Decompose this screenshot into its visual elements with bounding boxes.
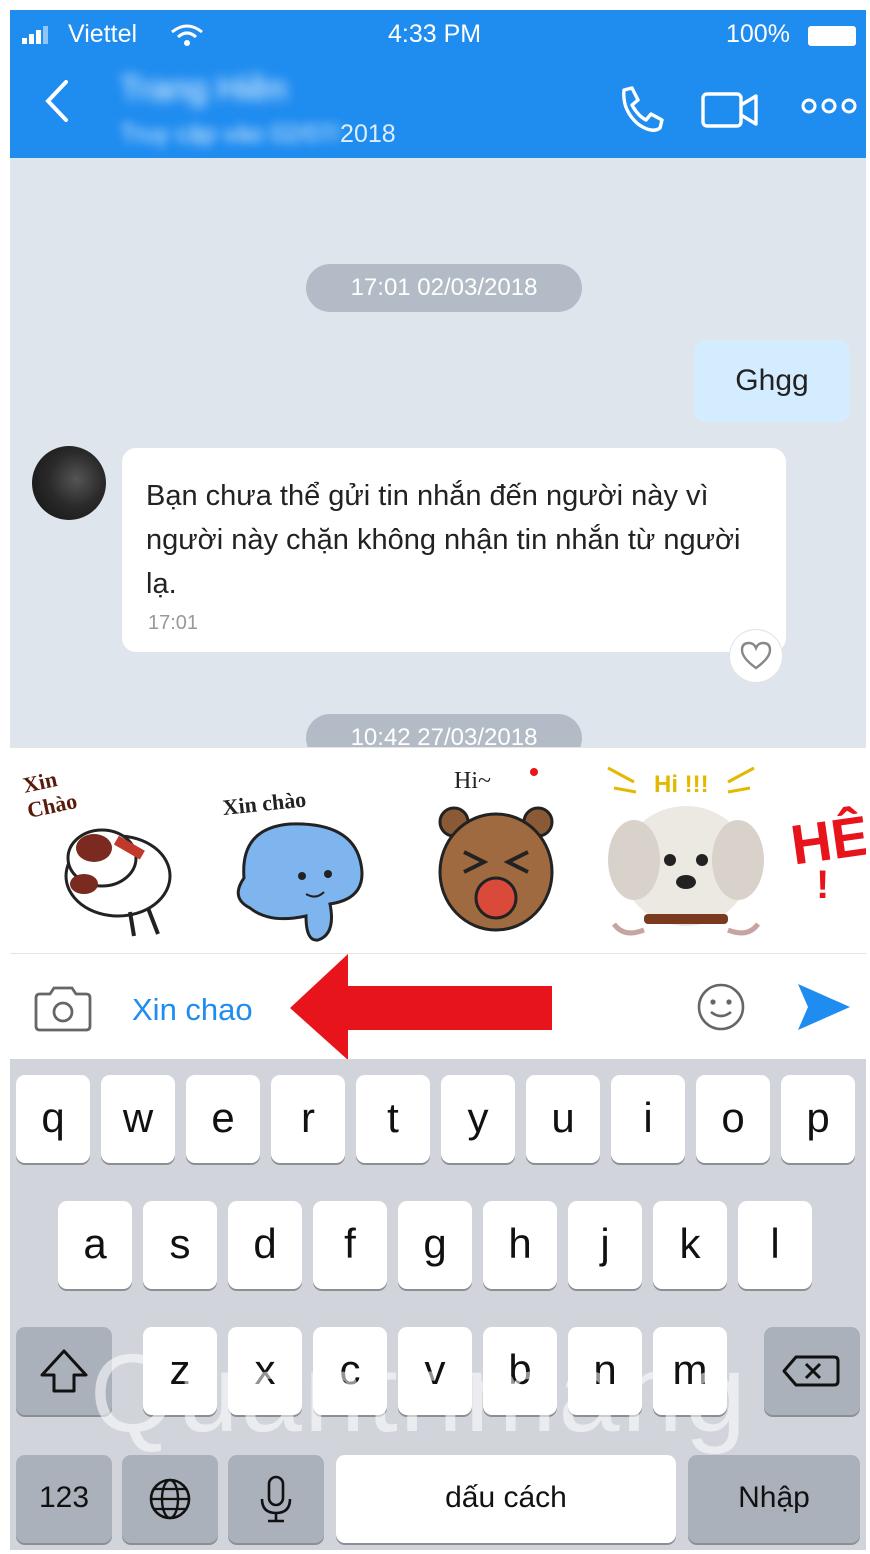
battery-percent: 100%	[726, 20, 790, 48]
date-separator: 17:01 02/03/2018	[306, 264, 582, 312]
svg-text:Hi~: Hi~	[454, 768, 491, 794]
more-icon[interactable]	[800, 96, 858, 116]
key-p[interactable]: p	[781, 1075, 855, 1163]
svg-text:Xin chào: Xin chào	[221, 786, 307, 820]
incoming-message[interactable]: Bạn chưa thể gửi tin nhắn đến người này …	[122, 448, 786, 652]
battery-icon	[808, 26, 856, 46]
watermark: Quantrimang	[90, 1332, 748, 1455]
heart-icon	[740, 641, 772, 670]
space-key[interactable]: dấu cách	[336, 1455, 676, 1543]
sticker-suggestions: Xin Chào Xin chào Hi~ Hi !!! HÊ !	[10, 747, 866, 954]
wifi-icon	[171, 24, 203, 46]
key-w[interactable]: w	[101, 1075, 175, 1163]
key-r[interactable]: r	[271, 1075, 345, 1163]
avatar[interactable]	[32, 446, 106, 520]
key-l[interactable]: l	[738, 1201, 812, 1289]
globe-icon	[149, 1478, 191, 1520]
outgoing-message[interactable]: Ghgg	[694, 340, 850, 422]
header-bar: Viettel 4:33 PM 100% Trang Hiền Truy cập…	[10, 10, 866, 158]
mic-key[interactable]	[228, 1455, 324, 1543]
sticker-bear[interactable]: Hi~	[410, 748, 580, 954]
chat-screen: Viettel 4:33 PM 100% Trang Hiền Truy cập…	[10, 10, 866, 1550]
sticker-he[interactable]: HÊ !	[786, 748, 866, 954]
message-time: 17:01	[148, 612, 199, 634]
emoji-icon[interactable]	[694, 980, 748, 1034]
message-composer: Xin chao	[10, 953, 866, 1060]
phone-icon[interactable]	[614, 84, 666, 136]
incoming-message-text: Bạn chưa thể gửi tin nhắn đến người này …	[146, 480, 741, 600]
keyboard: q w e r t y u i o p a s d f g h j k l z …	[10, 1059, 866, 1550]
video-call-icon[interactable]	[700, 88, 762, 134]
signal-icon	[22, 26, 48, 44]
key-d[interactable]: d	[228, 1201, 302, 1289]
key-s[interactable]: s	[143, 1201, 217, 1289]
like-button[interactable]	[730, 630, 782, 682]
key-a[interactable]: a	[58, 1201, 132, 1289]
last-seen-text: Truy cập vào 02/07/2018	[120, 120, 396, 148]
key-e[interactable]: e	[186, 1075, 260, 1163]
svg-text:Hi !!!: Hi !!!	[654, 771, 709, 798]
key-k[interactable]: k	[653, 1201, 727, 1289]
globe-key[interactable]	[122, 1455, 218, 1543]
status-time: 4:33 PM	[388, 20, 482, 48]
key-h[interactable]: h	[483, 1201, 557, 1289]
sticker-puppy[interactable]: Hi !!!	[594, 748, 764, 954]
back-icon[interactable]	[34, 76, 84, 126]
key-t[interactable]: t	[356, 1075, 430, 1163]
send-icon[interactable]	[796, 982, 852, 1032]
key-f[interactable]: f	[313, 1201, 387, 1289]
key-g[interactable]: g	[398, 1201, 472, 1289]
contact-name[interactable]: Trang Hiền	[120, 70, 287, 109]
key-y[interactable]: y	[441, 1075, 515, 1163]
camera-icon[interactable]	[32, 984, 94, 1034]
sticker-dog[interactable]: Xin Chào	[18, 748, 188, 954]
mic-icon	[260, 1475, 292, 1523]
return-key[interactable]: Nhập	[688, 1455, 860, 1543]
key-q[interactable]: q	[16, 1075, 90, 1163]
delete-icon	[782, 1355, 840, 1387]
svg-text:!: !	[816, 863, 829, 907]
red-arrow-annotation	[290, 954, 552, 1060]
key-u[interactable]: u	[526, 1075, 600, 1163]
key-o[interactable]: o	[696, 1075, 770, 1163]
message-input[interactable]: Xin chao	[132, 992, 253, 1028]
key-j[interactable]: j	[568, 1201, 642, 1289]
carrier-name: Viettel	[68, 20, 138, 48]
key-i[interactable]: i	[611, 1075, 685, 1163]
sticker-elephant[interactable]: Xin chào	[210, 748, 380, 954]
delete-key[interactable]	[764, 1327, 860, 1415]
numbers-key[interactable]: 123	[16, 1455, 112, 1543]
